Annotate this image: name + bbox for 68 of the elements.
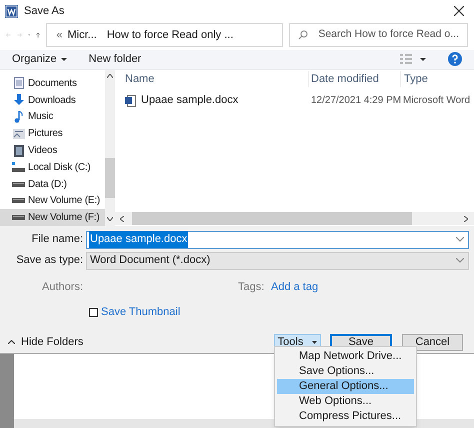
caret-icon (312, 340, 318, 344)
hide-folders-button[interactable]: Hide Folders (8, 334, 84, 350)
menu-item[interactable]: General Options... (277, 379, 414, 394)
scroll-up-icon[interactable] (107, 74, 113, 78)
word-document-icon (125, 94, 136, 107)
overflow-chevrons[interactable]: « (56, 26, 62, 44)
add-tag-link[interactable]: Add a tag (271, 278, 318, 296)
address-bar[interactable]: « Micr... How to force Read only ... (46, 22, 284, 47)
scrollbar-thumb[interactable] (105, 158, 115, 198)
scrollbar[interactable] (105, 70, 115, 226)
file-name[interactable]: Upaae sample.docx (141, 92, 238, 109)
cancel-button[interactable]: Cancel (402, 334, 463, 351)
word-app-icon (5, 4, 18, 18)
scroll-right-icon[interactable] (464, 216, 468, 222)
picture-icon (12, 128, 24, 139)
field-label: File name: (30, 232, 84, 248)
checkbox-label[interactable]: Save Thumbnail (101, 304, 180, 320)
search-field[interactable]: Search How to force Read o... (289, 22, 468, 47)
drive-icon (12, 215, 25, 220)
view-options-icon[interactable] (400, 54, 412, 64)
menu-item[interactable]: Compress Pictures... (277, 409, 414, 424)
search-icon (298, 30, 308, 40)
menu-item[interactable]: Web Options... (277, 394, 414, 409)
column-header[interactable]: Date modified (308, 70, 400, 88)
scroll-down-icon[interactable] (107, 217, 113, 222)
chevron-up-icon (8, 340, 15, 344)
checkbox[interactable] (89, 308, 98, 317)
sidebar-item[interactable]: Music (0, 108, 105, 126)
new-folder-button[interactable]: New folder (88, 51, 142, 68)
file-name-field[interactable]: Upaae sample.docx (86, 230, 469, 249)
field-label: Tags: (238, 280, 263, 295)
sidebar-item[interactable]: Videos (0, 142, 105, 159)
caret-icon[interactable] (420, 58, 426, 61)
drive-icon (12, 182, 25, 187)
sidebar-item[interactable]: Downloads (0, 92, 105, 109)
column-header[interactable]: Type (400, 70, 428, 88)
film-icon (14, 144, 24, 157)
menu-item[interactable]: Save Options... (277, 364, 414, 379)
chevron-down-icon[interactable] (456, 237, 464, 242)
scrollbar-thumb[interactable] (132, 212, 412, 226)
field-label: Save as type: (15, 253, 84, 268)
organize-button[interactable]: Organize (12, 51, 67, 68)
drive-icon (12, 162, 25, 172)
sidebar-item[interactable]: New Volume (E:) (0, 192, 105, 210)
column-header[interactable]: Name (125, 70, 308, 88)
close-icon[interactable] (454, 6, 464, 16)
download-arrow-icon (12, 94, 24, 106)
breadcrumb[interactable]: How to force Read only ... (106, 26, 234, 44)
drive-icon (12, 198, 25, 204)
field-label: Authors: (41, 280, 84, 295)
sidebar-item[interactable]: Local Disk (C:) (0, 158, 105, 176)
breadcrumb[interactable]: Micr... (67, 26, 97, 44)
sidebar-item[interactable]: Pictures (0, 125, 105, 142)
window-title: Save As (24, 4, 64, 19)
table-cell-text: Microsoft Word (402, 94, 470, 108)
music-note-icon (14, 110, 24, 123)
table-cell-text: 12/27/2021 4:29 PM (310, 94, 400, 108)
scroll-left-icon[interactable] (120, 216, 124, 222)
file-type-dropdown[interactable]: Word Document (*.docx) (86, 252, 469, 270)
sidebar-item[interactable]: Data (D:) (0, 176, 105, 192)
sidebar-item[interactable]: New Volume (F:) (0, 209, 105, 226)
horizontal-scrollbar[interactable] (115, 212, 474, 226)
document-icon (14, 77, 24, 90)
help-icon[interactable] (448, 52, 462, 66)
sidebar-item[interactable]: Documents (0, 75, 105, 92)
chevron-down-icon (456, 258, 464, 264)
menu-item[interactable]: Map Network Drive... (277, 349, 414, 364)
caret-icon (60, 58, 67, 61)
